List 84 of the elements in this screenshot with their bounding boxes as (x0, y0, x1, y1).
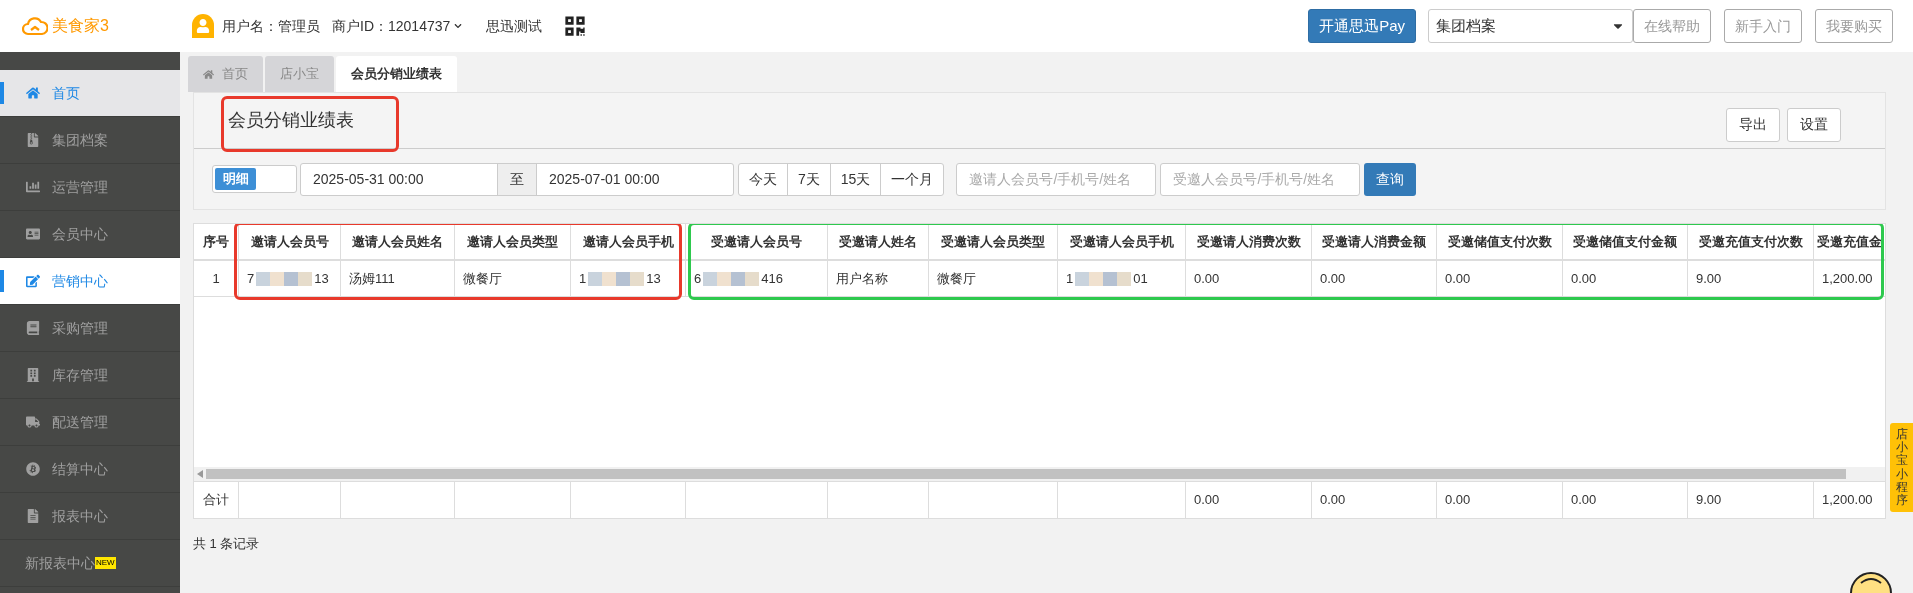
table-cell: 0.00 (1186, 261, 1312, 296)
range-button[interactable]: 7天 (787, 163, 830, 195)
end-date-field[interactable]: 2025-07-01 00:00 (537, 168, 733, 190)
merchant-dropdown[interactable]: 商户ID：12014737 (332, 15, 463, 37)
header-button[interactable]: 我要购买 (1815, 9, 1893, 43)
total-cell: 0.00 (1437, 482, 1563, 518)
table-cell: 9.00 (1688, 261, 1814, 296)
store-name: 思迅测试 (486, 16, 543, 36)
chevron-icon (454, 22, 463, 30)
total-label: 合计 (194, 482, 239, 518)
table-cell: 用户名称 (828, 261, 929, 296)
table-cell: 1,200.00 (1814, 261, 1885, 296)
masked-value: 7 13 (247, 269, 329, 288)
start-date-field[interactable]: 2025-05-31 00:00 (301, 168, 497, 190)
column-header: 受邀请人会员号 (686, 224, 828, 259)
mode-toggle[interactable]: 明细 (212, 165, 297, 193)
page-tab[interactable]: 店小宝 (265, 56, 334, 92)
column-header: 受邀储值支付金额 (1563, 224, 1688, 259)
page-tab[interactable]: 会员分销业绩表 (336, 56, 457, 92)
sidebar-item[interactable]: 首页 (0, 70, 180, 117)
total-cell: 0.00 (1563, 482, 1688, 518)
menu-icon (25, 133, 41, 147)
table-cell: 0.00 (1437, 261, 1563, 296)
range-button[interactable]: 15天 (829, 163, 881, 195)
column-header: 受邀充值金 (1814, 224, 1885, 259)
column-header: 受邀请人姓名 (828, 224, 929, 259)
archive-select[interactable]: 集团档案 (1428, 9, 1633, 43)
user-name: 用户名：管理员 (222, 16, 320, 36)
total-cell: 0.00 (1312, 482, 1437, 518)
page-tab[interactable]: 首页 (188, 56, 263, 92)
home-icon (203, 68, 214, 80)
range-separator: 至 (497, 163, 537, 195)
action-button[interactable]: 设置 (1787, 107, 1841, 142)
column-header: 受邀请人会员类型 (929, 224, 1058, 259)
menu-icon (25, 509, 41, 523)
column-header: 邀请人会员号 (239, 224, 341, 259)
table-cell: 0.00 (1312, 261, 1437, 296)
app-logo: 美食家3 (52, 16, 109, 36)
column-header: 序号 (194, 224, 239, 259)
invitee-search-field[interactable]: 受邀人会员号/手机号/姓名 (1160, 162, 1361, 196)
query-button[interactable]: 查询 (1364, 162, 1417, 196)
column-header: 邀请人会员手机 (571, 224, 686, 259)
user-avatar (192, 14, 214, 38)
new-badge: NEW (95, 557, 116, 569)
menu-icon (25, 368, 41, 382)
masked-value: 6 416 (694, 269, 783, 288)
header-button[interactable]: 在线帮助 (1633, 9, 1711, 43)
column-header: 受邀请人会员手机 (1058, 224, 1186, 259)
range-button[interactable]: 一个月 (880, 163, 944, 195)
menu-icon (25, 86, 41, 100)
mascot-icon[interactable] (1849, 571, 1893, 593)
column-header: 受邀请人消费金额 (1312, 224, 1437, 259)
total-cell: 1,200.00 (1814, 482, 1885, 518)
menu-icon (25, 180, 41, 194)
table-cell: 1 (194, 261, 239, 296)
inviter-search-field[interactable]: 邀请人会员号/手机号/姓名 (956, 162, 1157, 196)
menu-icon (25, 274, 41, 288)
table-cell: 0.00 (1563, 261, 1688, 296)
column-header: 受邀储值支付次数 (1437, 224, 1563, 259)
menu-icon (25, 462, 41, 476)
table-cell: 汤姆111 (341, 261, 455, 296)
table-cell: 微餐厅 (455, 261, 571, 296)
column-header: 邀请人会员姓名 (341, 224, 455, 259)
record-count: 共 1 条记录 (193, 535, 261, 553)
column-header: 受邀请人消费次数 (1186, 224, 1312, 259)
column-header: 邀请人会员类型 (455, 224, 571, 259)
masked-value: 1 13 (579, 269, 661, 288)
total-cell: 9.00 (1688, 482, 1814, 518)
action-button[interactable]: 导出 (1726, 107, 1780, 142)
range-button[interactable]: 今天 (739, 163, 787, 195)
masked-value: 1 01 (1066, 269, 1148, 288)
cloud-logo-icon (22, 16, 48, 36)
total-cell: 0.00 (1186, 482, 1312, 518)
menu-icon (25, 415, 41, 429)
mini-program-tab[interactable]: 店小宝小程序 (1890, 423, 1913, 513)
header-button[interactable]: 新手入门 (1724, 9, 1802, 43)
menu-icon (25, 227, 41, 241)
page-title: 会员分销业绩表 (228, 109, 354, 132)
column-header: 受邀充值支付次数 (1688, 224, 1814, 259)
pay-button[interactable]: 开通思迅Pay (1308, 9, 1416, 43)
menu-icon (25, 321, 41, 335)
qr-code-icon[interactable] (564, 15, 587, 37)
table-cell: 微餐厅 (929, 261, 1058, 296)
sidebar-item[interactable]: 营销中心 (0, 258, 180, 305)
